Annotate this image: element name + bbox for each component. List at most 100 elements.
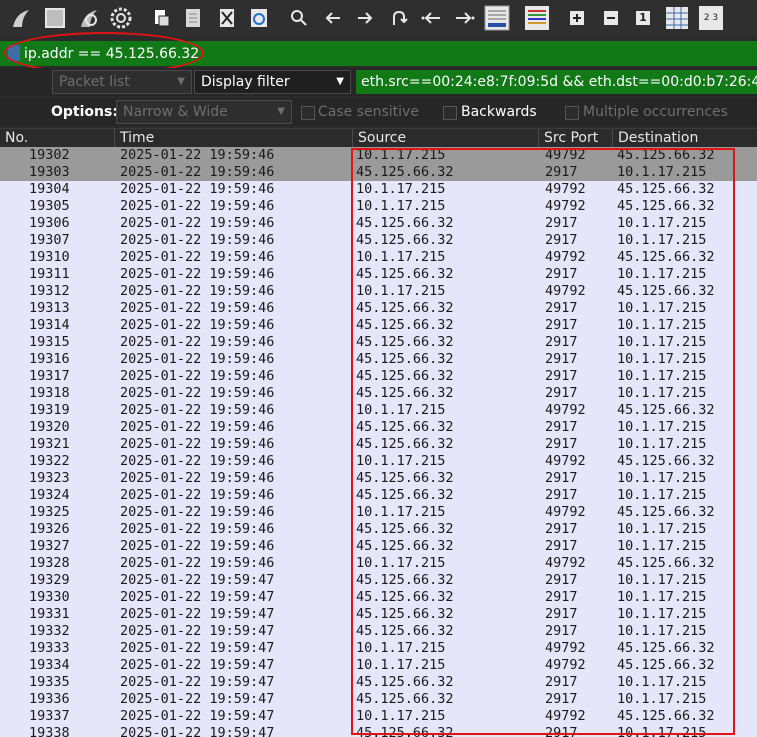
multiple-occurrences-label: Multiple occurrences — [583, 104, 728, 120]
stop-square-icon[interactable] — [42, 5, 68, 31]
cell-destination: 10.1.17.215 — [617, 215, 707, 231]
cell-time: 2025-01-22 19:59:47 — [120, 657, 275, 673]
cell-no: 19314 — [29, 317, 70, 333]
table-row[interactable]: 19326 2025-01-22 19:59:46 45.125.66.32 2917… — [0, 521, 757, 538]
table-row[interactable]: 19303 2025-01-22 19:59:46 45.125.66.32 2917… — [0, 164, 757, 181]
table-row[interactable]: 19329 2025-01-22 19:59:47 45.125.66.32 2917… — [0, 572, 757, 589]
cell-no: 19318 — [29, 385, 70, 401]
table-row[interactable]: 19330 2025-01-22 19:59:47 45.125.66.32 2917… — [0, 589, 757, 606]
save-file-icon[interactable] — [180, 5, 206, 31]
cell-source: 10.1.17.215 — [356, 249, 446, 265]
table-row[interactable]: 19334 2025-01-22 19:59:47 10.1.17.215 49792… — [0, 657, 757, 674]
find-input[interactable]: eth.src==00:24:e8:7f:09:5d && eth.dst==0… — [356, 70, 757, 94]
char-width-select[interactable]: Narrow & Wide ▼ — [116, 100, 292, 124]
auto-scroll-icon[interactable] — [484, 5, 510, 31]
zoom-in-icon[interactable] — [564, 5, 590, 31]
cell-destination: 45.125.66.32 — [617, 657, 715, 673]
table-row[interactable]: 19316 2025-01-22 19:59:46 45.125.66.32 2917… — [0, 351, 757, 368]
backwards-checkbox[interactable] — [443, 106, 457, 120]
forward-arrow-icon[interactable] — [352, 5, 378, 31]
cell-src-port: 49792 — [545, 198, 586, 214]
table-row[interactable]: 19338 2025-01-22 19:59:47 45.125.66.32 2917… — [0, 725, 757, 737]
table-row[interactable]: 19323 2025-01-22 19:59:46 45.125.66.32 2917… — [0, 470, 757, 487]
table-row[interactable]: 19304 2025-01-22 19:59:46 10.1.17.215 49792… — [0, 181, 757, 198]
back-arrow-icon[interactable] — [320, 5, 346, 31]
reload-icon[interactable] — [246, 5, 272, 31]
normal-size-icon[interactable]: 1 — [630, 5, 656, 31]
table-row[interactable]: 19306 2025-01-22 19:59:46 45.125.66.32 2917… — [0, 215, 757, 232]
cell-source: 45.125.66.32 — [356, 521, 454, 537]
cell-time: 2025-01-22 19:59:47 — [120, 640, 275, 656]
first-packet-icon[interactable] — [418, 5, 444, 31]
table-row[interactable]: 19328 2025-01-22 19:59:46 10.1.17.215 49792… — [0, 555, 757, 572]
search-icon[interactable] — [286, 5, 312, 31]
cell-src-port: 2917 — [545, 300, 578, 316]
cell-destination: 45.125.66.32 — [617, 283, 715, 299]
table-row[interactable]: 19327 2025-01-22 19:59:46 45.125.66.32 2917… — [0, 538, 757, 555]
case-sensitive-checkbox[interactable] — [301, 106, 315, 120]
table-row[interactable]: 19317 2025-01-22 19:59:46 45.125.66.32 2917… — [0, 368, 757, 385]
table-row[interactable]: 19332 2025-01-22 19:59:47 45.125.66.32 2917… — [0, 623, 757, 640]
cell-destination: 10.1.17.215 — [617, 317, 707, 333]
table-row[interactable]: 19331 2025-01-22 19:59:47 45.125.66.32 2917… — [0, 606, 757, 623]
cell-time: 2025-01-22 19:59:47 — [120, 708, 275, 724]
cell-time: 2025-01-22 19:59:47 — [120, 606, 275, 622]
table-row[interactable]: 19305 2025-01-22 19:59:46 10.1.17.215 49792… — [0, 198, 757, 215]
cell-no: 19327 — [29, 538, 70, 554]
column-header-time[interactable]: Time — [114, 129, 352, 148]
cell-source: 45.125.66.32 — [356, 436, 454, 452]
multiple-occurrences-checkbox[interactable] — [565, 106, 579, 120]
last-packet-icon[interactable] — [452, 5, 478, 31]
gear-options-icon[interactable] — [108, 5, 134, 31]
shark-fin-start-icon[interactable] — [8, 5, 34, 31]
cell-time: 2025-01-22 19:59:47 — [120, 674, 275, 690]
table-row[interactable]: 19311 2025-01-22 19:59:46 45.125.66.32 2917… — [0, 266, 757, 283]
zoom-out-icon[interactable] — [598, 5, 624, 31]
column-header-destination[interactable]: Destination — [612, 129, 757, 148]
cell-time: 2025-01-22 19:59:46 — [120, 317, 275, 333]
search-type-select[interactable]: Display filter ▼ — [194, 70, 351, 94]
table-row[interactable]: 19336 2025-01-22 19:59:47 45.125.66.32 2917… — [0, 691, 757, 708]
table-row[interactable]: 19324 2025-01-22 19:59:46 45.125.66.32 2917… — [0, 487, 757, 504]
close-file-icon[interactable] — [214, 5, 240, 31]
table-row[interactable]: 19312 2025-01-22 19:59:46 10.1.17.215 49792… — [0, 283, 757, 300]
resize-columns-icon[interactable] — [664, 5, 690, 31]
table-row[interactable]: 19335 2025-01-22 19:59:47 45.125.66.32 2917… — [0, 674, 757, 691]
cell-no: 19303 — [29, 164, 70, 180]
cell-no: 19302 — [29, 147, 70, 163]
cell-time: 2025-01-22 19:59:46 — [120, 249, 275, 265]
table-row[interactable]: 19320 2025-01-22 19:59:46 45.125.66.32 2917… — [0, 419, 757, 436]
cell-destination: 45.125.66.32 — [617, 249, 715, 265]
table-row[interactable]: 19302 2025-01-22 19:59:46 10.1.17.215 49792… — [0, 147, 757, 164]
cell-time: 2025-01-22 19:59:46 — [120, 470, 275, 486]
table-row[interactable]: 19310 2025-01-22 19:59:46 10.1.17.215 49792… — [0, 249, 757, 266]
table-row[interactable]: 19313 2025-01-22 19:59:46 45.125.66.32 2917… — [0, 300, 757, 317]
table-row[interactable]: 19325 2025-01-22 19:59:46 10.1.17.215 49792… — [0, 504, 757, 521]
cell-src-port: 49792 — [545, 555, 586, 571]
search-in-select[interactable]: Packet list ▼ — [52, 70, 192, 94]
cell-destination: 10.1.17.215 — [617, 368, 707, 384]
column-header-no[interactable]: No. — [0, 129, 114, 148]
layout-icon[interactable]: 2 3 — [698, 5, 724, 31]
shark-fin-restart-icon[interactable] — [76, 5, 102, 31]
cell-source: 45.125.66.32 — [356, 266, 454, 282]
table-row[interactable]: 19314 2025-01-22 19:59:46 45.125.66.32 2917… — [0, 317, 757, 334]
table-row[interactable]: 19321 2025-01-22 19:59:46 45.125.66.32 2917… — [0, 436, 757, 453]
table-row[interactable]: 19319 2025-01-22 19:59:46 10.1.17.215 49792… — [0, 402, 757, 419]
open-file-icon[interactable] — [148, 5, 174, 31]
go-to-packet-icon[interactable] — [386, 5, 412, 31]
cell-destination: 45.125.66.32 — [617, 708, 715, 724]
table-row[interactable]: 19318 2025-01-22 19:59:46 45.125.66.32 2917… — [0, 385, 757, 402]
table-row[interactable]: 19333 2025-01-22 19:59:47 10.1.17.215 49792… — [0, 640, 757, 657]
table-row[interactable]: 19315 2025-01-22 19:59:46 45.125.66.32 2917… — [0, 334, 757, 351]
cell-src-port: 2917 — [545, 521, 578, 537]
table-row[interactable]: 19337 2025-01-22 19:59:47 10.1.17.215 49792… — [0, 708, 757, 725]
column-header-source[interactable]: Source — [352, 129, 538, 148]
cell-src-port: 2917 — [545, 725, 578, 737]
packet-list[interactable]: 19302 2025-01-22 19:59:46 10.1.17.215 49792… — [0, 147, 757, 737]
table-row[interactable]: 19322 2025-01-22 19:59:46 10.1.17.215 49792… — [0, 453, 757, 470]
cell-destination: 10.1.17.215 — [617, 351, 707, 367]
colorize-icon[interactable] — [524, 5, 550, 31]
column-header-src-port[interactable]: Src Port — [538, 129, 612, 148]
table-row[interactable]: 19307 2025-01-22 19:59:46 45.125.66.32 2917… — [0, 232, 757, 249]
